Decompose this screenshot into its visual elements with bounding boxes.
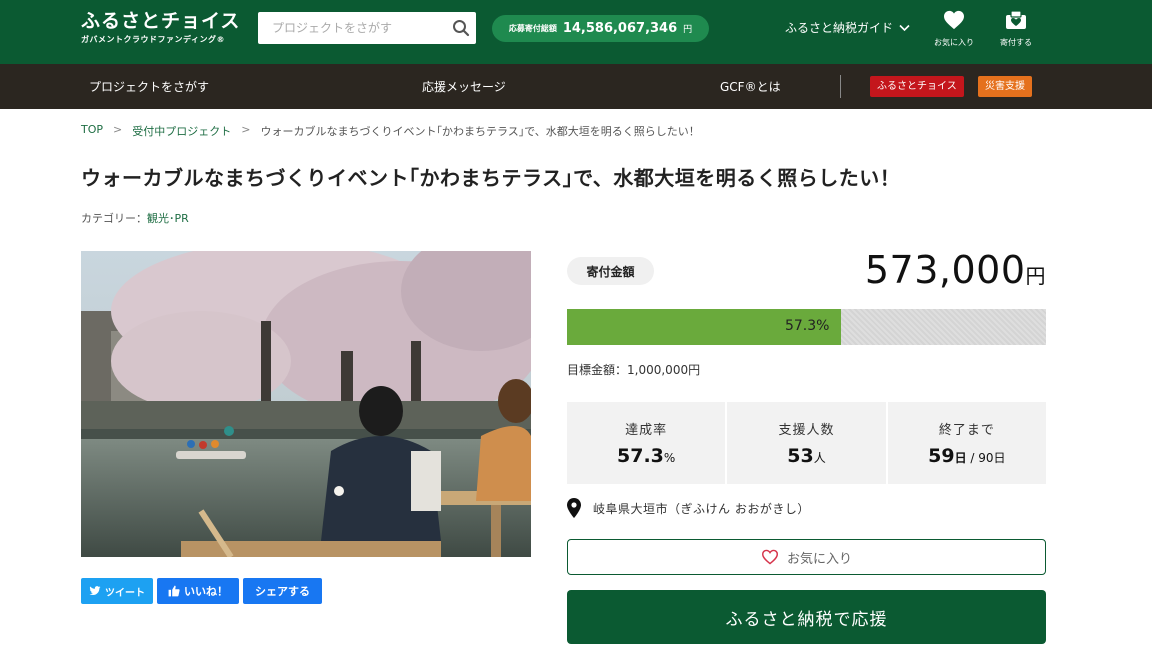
heart-outline-icon	[761, 549, 778, 565]
tweet-label: ツイート	[105, 587, 145, 599]
donation-amount-label: 寄付金額	[567, 257, 654, 285]
stat-remaining-days: 終了まで 59日 / 90日	[887, 402, 1046, 484]
remaining-total: / 90日	[966, 451, 1006, 465]
site-header: ふるさとチョイス ガバメントクラウドファンディング® 応募寄付総額 14,586…	[0, 0, 1152, 64]
site-logo[interactable]: ふるさとチョイス ガバメントクラウドファンディング®	[81, 10, 240, 45]
heart-icon	[944, 10, 964, 30]
logo-main-text: ふるさとチョイス	[81, 10, 241, 32]
breadcrumb: TOP > 受付中プロジェクト > ウォーカブルなまちづくりイベント｢かわまちテ…	[81, 123, 700, 139]
donation-amount-value: 573,000円	[865, 248, 1046, 292]
category-link[interactable]: 観光･PR	[147, 212, 189, 225]
thumbs-up-icon	[168, 585, 180, 597]
category-label: カテゴリー：	[81, 212, 147, 225]
remaining-unit: 日	[954, 451, 967, 465]
amount-number: 573,000	[864, 248, 1026, 292]
guide-label: ふるさと納税ガイド	[785, 21, 894, 35]
breadcrumb-separator: >	[241, 123, 251, 136]
favorites-label: お気に入り	[934, 38, 974, 47]
progress-percent-text: 57.3%	[784, 318, 830, 334]
like-button[interactable]: いいね！	[157, 578, 239, 604]
nav-find-projects[interactable]: プロジェクトをさがす	[89, 78, 209, 95]
goal-amount: 目標金額：1,000,000円	[567, 361, 700, 378]
stat-value: 57.3%	[567, 445, 725, 467]
stat-value: 53人	[727, 445, 885, 467]
remaining-number: 59	[928, 445, 955, 467]
donation-total-unit: 円	[683, 25, 693, 35]
nav-messages[interactable]: 応援メッセージ	[422, 78, 506, 95]
favorite-label: お気に入り	[786, 551, 852, 567]
tweet-button[interactable]: ツイート	[81, 578, 153, 604]
breadcrumb-current: ウォーカブルなまちづくりイベント｢かわまちテラス｣で、水都大垣を明るく照らしたい…	[260, 125, 700, 138]
stat-label: 達成率	[625, 423, 668, 438]
donation-total-value: 14,586,067,346	[562, 21, 678, 36]
donation-total-label: 応募寄付総額	[508, 24, 557, 33]
chevron-down-icon	[899, 24, 910, 31]
twitter-bird-icon	[89, 586, 101, 596]
breadcrumb-separator: >	[113, 123, 123, 136]
logo-sub-text: ガバメントクラウドファンディング®	[81, 35, 225, 44]
search-input[interactable]	[258, 12, 444, 44]
project-category: カテゴリー：観光･PR	[81, 210, 189, 226]
supporters-number: 53	[787, 445, 814, 467]
stat-achievement-rate: 達成率 57.3%	[567, 402, 726, 484]
funding-progress-bar: 57.3%	[567, 309, 1046, 345]
nav-about-gcf[interactable]: GCF®とは	[720, 78, 781, 95]
breadcrumb-project-list[interactable]: 受付中プロジェクト	[132, 123, 231, 139]
breadcrumb-top[interactable]: TOP	[81, 123, 103, 139]
like-label: いいね！	[184, 585, 228, 598]
progress-fill: 57.3%	[567, 309, 842, 345]
project-photo	[81, 251, 531, 557]
main-nav: プロジェクトをさがす 応援メッセージ GCF®とは ふるさとチョイス 災害支援	[0, 64, 1152, 109]
page-title: ウォーカブルなまちづくりイベント｢かわまちテラス｣で、水都大垣を明るく照らしたい…	[81, 166, 901, 190]
add-to-favorites-button[interactable]: お気に入り	[567, 539, 1046, 575]
location-text: 岐阜県大垣市（ぎふけん おおがきし）	[593, 501, 810, 516]
project-stats: 達成率 57.3% 支援人数 53人 終了まで 59日 / 90日	[567, 402, 1046, 484]
search-icon	[453, 20, 470, 37]
nav-furusato-choice-badge[interactable]: ふるさとチョイス	[870, 76, 964, 97]
supporters-unit: 人	[813, 451, 826, 465]
stat-label: 終了まで	[938, 423, 995, 438]
stat-value: 59日 / 90日	[888, 445, 1046, 467]
donate-label: 寄付する	[1000, 38, 1032, 47]
map-pin-icon	[567, 498, 581, 518]
goal-label: 目標金額：	[567, 363, 628, 377]
nav-disaster-support-badge[interactable]: 災害支援	[978, 76, 1032, 97]
rate-unit: %	[663, 451, 676, 465]
donation-total-badge: 応募寄付総額 14,586,067,346 円	[492, 15, 709, 42]
stat-supporters: 支援人数 53人	[727, 402, 886, 484]
support-with-furusato-tax-button[interactable]: ふるさと納税で応援	[567, 590, 1046, 644]
search-box	[258, 12, 476, 44]
amount-unit: 円	[1025, 264, 1046, 288]
goal-value: 1,000,000円	[627, 363, 701, 377]
project-main-image	[81, 251, 531, 557]
share-button[interactable]: シェアする	[243, 578, 322, 604]
rate-number: 57.3	[617, 445, 664, 467]
project-location: 岐阜県大垣市（ぎふけん おおがきし）	[567, 498, 810, 518]
header-donate-button[interactable]: 寄付する	[990, 10, 1042, 48]
donate-box-icon	[1006, 10, 1026, 29]
furusato-guide-link[interactable]: ふるさと納税ガイド	[785, 19, 910, 36]
nav-divider	[840, 75, 841, 98]
header-favorites-button[interactable]: お気に入り	[928, 10, 980, 48]
search-button[interactable]	[446, 12, 476, 44]
stat-label: 支援人数	[778, 423, 835, 438]
